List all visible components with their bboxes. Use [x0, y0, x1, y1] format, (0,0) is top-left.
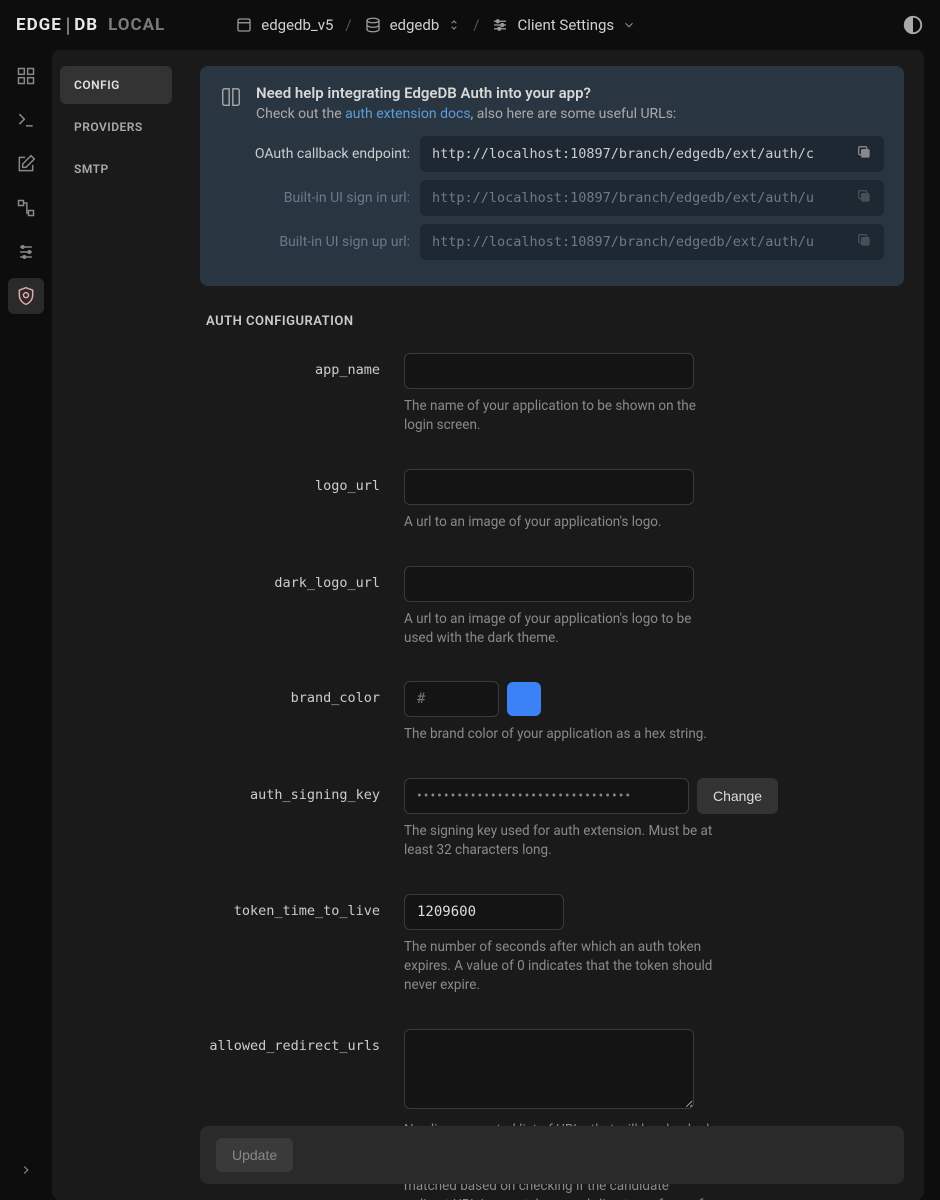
- row-logo-url: logo_url A url to an image of your appli…: [200, 469, 904, 532]
- top-bar: EDGE | DB LOCAL edgedb_v5 / edgedb / Cli…: [0, 0, 940, 50]
- sliders-icon: [491, 16, 509, 34]
- rail-repl[interactable]: [8, 102, 44, 138]
- crumb-instance[interactable]: edgedb_v5: [235, 16, 333, 34]
- rail-editor[interactable]: [8, 146, 44, 182]
- info-title: Need help integrating EdgeDB Auth into y…: [256, 84, 676, 102]
- label-app-name: app_name: [200, 353, 380, 435]
- logo-divider: |: [66, 13, 70, 37]
- help-brand-color: The brand color of your application as a…: [404, 725, 714, 744]
- chevron-down-icon: [622, 18, 636, 32]
- database-icon: [364, 16, 382, 34]
- copy-button[interactable]: [856, 188, 876, 208]
- label-dark-logo-url: dark_logo_url: [200, 566, 380, 648]
- shield-icon: [16, 286, 36, 306]
- rail-auth[interactable]: [8, 278, 44, 314]
- update-bar: Update: [200, 1126, 904, 1184]
- url-label: Built-in UI sign in url:: [220, 190, 410, 206]
- row-app-name: app_name The name of your application to…: [200, 353, 904, 435]
- rail-schema[interactable]: [8, 190, 44, 226]
- sidebar-item-label: PROVIDERS: [74, 120, 143, 134]
- logo-local: LOCAL: [108, 15, 165, 35]
- input-dark-logo-url[interactable]: [404, 566, 694, 602]
- grid-icon: [16, 66, 36, 86]
- url-field-signin: http://localhost:10897/branch/edgedb/ext…: [420, 180, 884, 216]
- input-app-name[interactable]: [404, 353, 694, 389]
- label-logo-url: logo_url: [200, 469, 380, 532]
- row-token-ttl: token_time_to_live The number of seconds…: [200, 894, 904, 995]
- tree-icon: [16, 198, 36, 218]
- chevron-updown-icon: [447, 18, 461, 32]
- help-token-ttl: The number of seconds after which an aut…: [404, 938, 714, 995]
- update-button[interactable]: Update: [216, 1138, 293, 1172]
- logo-db: DB: [74, 15, 98, 35]
- breadcrumb: edgedb_v5 / edgedb / Client Settings: [235, 16, 636, 34]
- rail-dashboard[interactable]: [8, 58, 44, 94]
- sidebar: CONFIG PROVIDERS SMTP: [52, 50, 180, 1200]
- copy-button[interactable]: [856, 144, 876, 164]
- crumb-sep: /: [345, 16, 351, 34]
- change-key-button[interactable]: Change: [697, 778, 778, 814]
- input-logo-url[interactable]: [404, 469, 694, 505]
- theme-toggle[interactable]: [902, 14, 924, 36]
- section-title: AUTH CONFIGURATION: [206, 314, 904, 329]
- row-dark-logo-url: dark_logo_url A url to an image of your …: [200, 566, 904, 648]
- nav-rail: [0, 50, 52, 1200]
- stack-icon: [16, 242, 36, 262]
- help-app-name: The name of your application to be shown…: [404, 397, 714, 435]
- logo[interactable]: EDGE | DB LOCAL: [16, 13, 165, 37]
- url-label: Built-in UI sign up url:: [220, 234, 410, 250]
- sidebar-item-smtp[interactable]: SMTP: [60, 150, 172, 188]
- label-brand-color: brand_color: [200, 681, 380, 744]
- info-subtitle: Check out the auth extension docs, also …: [256, 106, 676, 122]
- copy-button[interactable]: [856, 232, 876, 252]
- input-token-ttl[interactable]: [404, 894, 564, 930]
- docs-link[interactable]: auth extension docs: [345, 106, 470, 122]
- url-field-oauth: http://localhost:10897/branch/edgedb/ext…: [420, 136, 884, 172]
- crumb-database[interactable]: edgedb: [364, 16, 462, 34]
- edit-icon: [16, 154, 36, 174]
- label-token-ttl: token_time_to_live: [200, 894, 380, 995]
- sidebar-item-config[interactable]: CONFIG: [60, 66, 172, 104]
- theme-icon: [902, 14, 924, 36]
- terminal-icon: [16, 110, 36, 130]
- row-signing-key: auth_signing_key •••••••••••••••••••••••…: [200, 778, 904, 860]
- url-row-oauth: OAuth callback endpoint: http://localhos…: [220, 136, 884, 172]
- input-redirect-urls[interactable]: [404, 1029, 694, 1109]
- label-signing-key: auth_signing_key: [200, 778, 380, 860]
- help-signing-key: The signing key used for auth extension.…: [404, 822, 714, 860]
- url-row-signin: Built-in UI sign in url: http://localhos…: [220, 180, 884, 216]
- sidebar-item-label: CONFIG: [74, 78, 120, 92]
- info-box: Need help integrating EdgeDB Auth into y…: [200, 66, 904, 286]
- copy-icon: [856, 144, 872, 160]
- main-content: Need help integrating EdgeDB Auth into y…: [180, 50, 924, 1200]
- crumb-sep: /: [473, 16, 479, 34]
- rail-data[interactable]: [8, 234, 44, 270]
- rail-expand[interactable]: [8, 1152, 44, 1188]
- color-swatch[interactable]: [507, 682, 541, 716]
- crumb-instance-label: edgedb_v5: [261, 16, 333, 34]
- sidebar-item-providers[interactable]: PROVIDERS: [60, 108, 172, 146]
- sidebar-item-label: SMTP: [74, 162, 109, 176]
- copy-icon: [856, 232, 872, 248]
- crumb-database-label: edgedb: [390, 16, 440, 34]
- help-logo-url: A url to an image of your application's …: [404, 513, 714, 532]
- crumb-settings-label: Client Settings: [517, 16, 614, 34]
- book-icon: [220, 86, 242, 108]
- signing-key-mask: ••••••••••••••••••••••••••••••••: [404, 778, 689, 814]
- chevron-right-icon: [19, 1163, 33, 1177]
- crumb-settings[interactable]: Client Settings: [491, 16, 636, 34]
- url-row-signup: Built-in UI sign up url: http://localhos…: [220, 224, 884, 260]
- url-label: OAuth callback endpoint:: [220, 146, 410, 162]
- input-brand-color[interactable]: [404, 681, 499, 717]
- logo-edge: EDGE: [16, 15, 62, 35]
- url-field-signup: http://localhost:10897/branch/edgedb/ext…: [420, 224, 884, 260]
- instance-icon: [235, 16, 253, 34]
- row-brand-color: brand_color The brand color of your appl…: [200, 681, 904, 744]
- help-dark-logo-url: A url to an image of your application's …: [404, 610, 714, 648]
- copy-icon: [856, 188, 872, 204]
